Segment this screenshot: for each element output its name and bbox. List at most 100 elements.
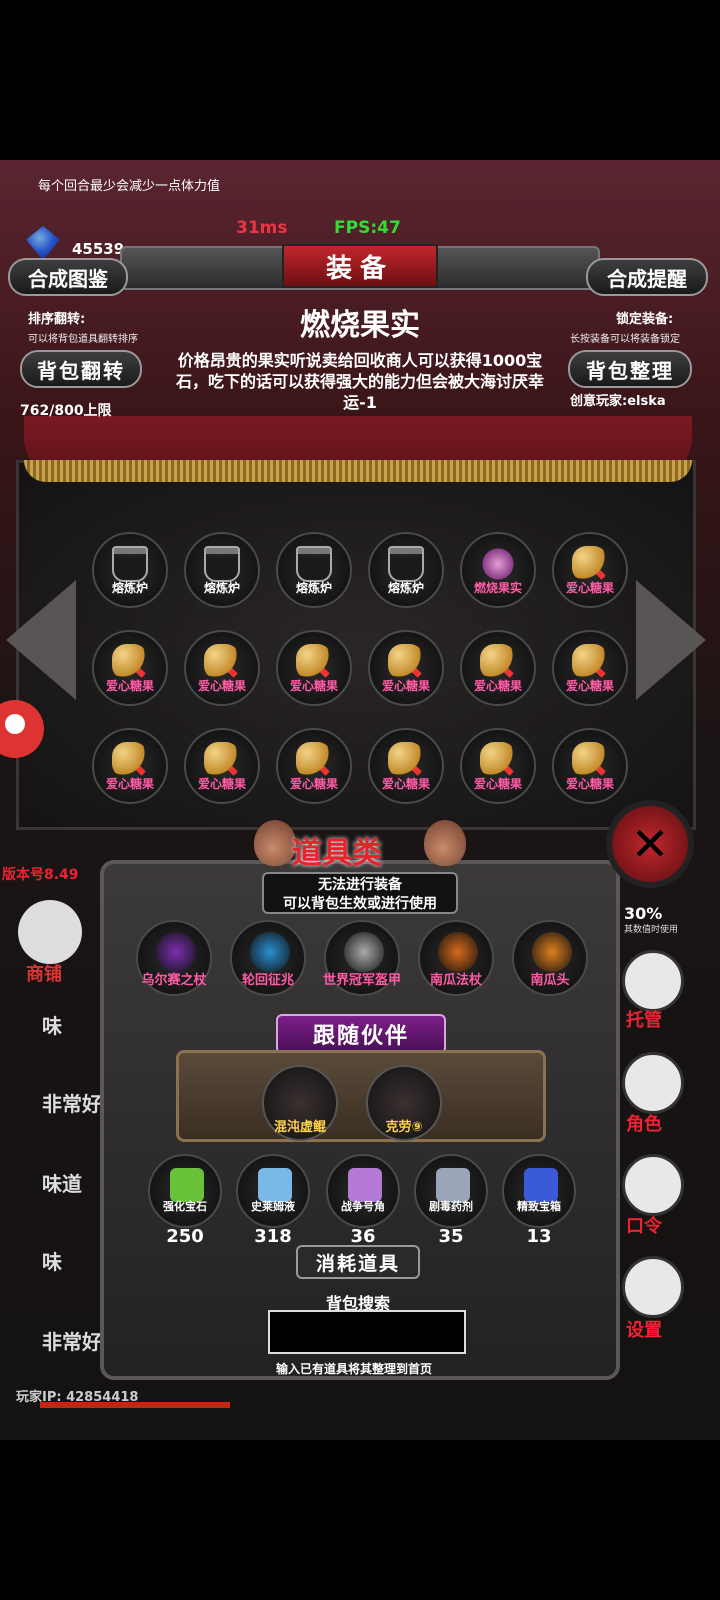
lock-hint: 长按装备可以将装备锁定: [570, 334, 680, 345]
inventory-item-name: 熔炼炉: [295, 581, 332, 595]
craft-codex-button[interactable]: 合成图鉴: [8, 258, 128, 296]
close-icon[interactable]: ✕: [606, 800, 694, 888]
bg-list-item: 味道: [42, 1172, 82, 1196]
bg-list-item: 味: [42, 1250, 62, 1274]
consumable-slot[interactable]: 战争号角 36: [326, 1154, 400, 1247]
selected-item-name: 燃烧果实: [300, 308, 420, 343]
code-label[interactable]: 口令: [626, 1212, 662, 1238]
inventory-item-name: 爱心糖果: [289, 777, 338, 791]
creator-credit: 创意玩家:elska: [570, 394, 666, 409]
inventory-item-name: 爱心糖果: [105, 679, 154, 693]
consumable-icon: [170, 1168, 204, 1202]
companion-name: 克劳⑨: [385, 1120, 423, 1135]
inventory-slot[interactable]: 爱心糖果: [552, 630, 628, 706]
consumable-count: 250: [166, 1226, 204, 1247]
candy-icon: [572, 644, 608, 680]
inventory-slot[interactable]: 燃烧果实: [460, 532, 536, 608]
curtain-fringe: [24, 460, 692, 482]
inventory-slot[interactable]: 爱心糖果: [184, 630, 260, 706]
flip-bag-button[interactable]: 背包翻转: [20, 350, 142, 388]
bg-list-item: 非常好: [42, 1092, 102, 1116]
companion-slot[interactable]: 克劳⑨: [366, 1065, 442, 1141]
next-page-arrow-icon[interactable]: [636, 580, 706, 700]
candy-icon: [572, 742, 608, 778]
loot-bag-icon: [254, 820, 296, 866]
inventory-slot[interactable]: 爱心糖果: [368, 630, 444, 706]
consumable-slot[interactable]: 强化宝石 250: [148, 1154, 222, 1247]
auto-label[interactable]: 托管: [626, 1006, 662, 1032]
inventory-slot[interactable]: 爱心糖果: [552, 532, 628, 608]
fps-indicator: FPS:47: [334, 218, 401, 238]
furnace-icon: [112, 546, 148, 582]
tool-item-slot[interactable]: 轮回征兆: [230, 920, 306, 996]
progress-bar: [40, 1402, 230, 1408]
inventory-slot[interactable]: 爱心糖果: [92, 630, 168, 706]
code-icon[interactable]: [622, 1154, 684, 1216]
item-icon: [250, 932, 290, 972]
inventory-slot[interactable]: 爱心糖果: [552, 728, 628, 804]
craft-reminder-button[interactable]: 合成提醒: [586, 258, 708, 296]
inventory-item-name: 熔炼炉: [203, 581, 240, 595]
character-icon[interactable]: [622, 1052, 684, 1114]
inventory-slot[interactable]: 爱心糖果: [92, 728, 168, 804]
gear-icon[interactable]: [622, 1256, 684, 1318]
tool-item-slot[interactable]: 乌尔赛之杖: [136, 920, 212, 996]
consumable-icon: [348, 1168, 382, 1202]
consumable-slot[interactable]: 史莱姆液 318: [236, 1154, 310, 1247]
inventory-slot[interactable]: 爱心糖果: [460, 630, 536, 706]
inventory-item-name: 爱心糖果: [473, 679, 522, 693]
tool-item-name: 乌尔赛之杖: [141, 973, 207, 988]
consumable-slot[interactable]: 精致宝箱 13: [502, 1154, 576, 1247]
inventory-slot[interactable]: 熔炼炉: [368, 532, 444, 608]
shop-icon[interactable]: [18, 900, 82, 964]
companion-banner: 跟随伙伴: [276, 1014, 446, 1054]
character-label[interactable]: 角色: [626, 1110, 662, 1136]
inventory-item-name: 燃烧果实: [473, 581, 522, 595]
search-input[interactable]: [268, 1310, 466, 1354]
candy-icon: [112, 644, 148, 680]
inventory-slot[interactable]: 爱心糖果: [276, 630, 352, 706]
candy-icon: [204, 742, 240, 778]
tool-items-row: 乌尔赛之杖 轮回征兆 世界冠军盔甲 南瓜法杖 南瓜头: [136, 920, 588, 996]
inventory-item-name: 爱心糖果: [381, 777, 430, 791]
inventory-item-name: 爱心糖果: [197, 777, 246, 791]
furnace-icon: [296, 546, 332, 582]
search-hint: 输入已有道具将其整理到首页: [276, 1362, 433, 1376]
consumables-banner: 消耗道具: [296, 1245, 420, 1279]
consumable-name: 剧毒药剂: [429, 1200, 473, 1213]
tip-text: 每个回合最少会减少一点体力值: [38, 179, 221, 194]
inventory-item-name: 爱心糖果: [473, 777, 522, 791]
inventory-item-name: 爱心糖果: [565, 581, 614, 595]
lock-label: 锁定装备:: [616, 312, 674, 327]
candy-icon: [480, 742, 516, 778]
bg-list-item: 味: [42, 1014, 62, 1038]
shop-label[interactable]: 商铺: [26, 960, 62, 986]
candy-icon: [388, 644, 424, 680]
inventory-slot[interactable]: 爱心糖果: [276, 728, 352, 804]
candy-icon: [480, 644, 516, 680]
inventory-slot[interactable]: 熔炼炉: [276, 532, 352, 608]
tool-item-slot[interactable]: 南瓜法杖: [418, 920, 494, 996]
inventory-slot[interactable]: 爱心糖果: [184, 728, 260, 804]
consumable-count: 36: [350, 1226, 376, 1247]
percent-note: 其数值时使用: [624, 925, 679, 935]
inventory-slot[interactable]: 爱心糖果: [460, 728, 536, 804]
consumable-icon: [524, 1168, 558, 1202]
candy-icon: [296, 644, 332, 680]
inventory-slot[interactable]: 熔炼炉: [92, 532, 168, 608]
percent-value: 30%: [624, 904, 663, 923]
tool-item-slot[interactable]: 南瓜头: [512, 920, 588, 996]
consumable-slot[interactable]: 剧毒药剂 35: [414, 1154, 488, 1247]
consumable-name: 战争号角: [341, 1200, 385, 1213]
inventory-slot[interactable]: 熔炼炉: [184, 532, 260, 608]
organize-bag-button[interactable]: 背包整理: [568, 350, 692, 388]
inventory-slot[interactable]: 爱心糖果: [368, 728, 444, 804]
companion-slot[interactable]: 混沌虚鲲: [262, 1065, 338, 1141]
inventory-item-name: 熔炼炉: [111, 581, 148, 595]
prev-page-arrow-icon[interactable]: [6, 580, 76, 700]
consumable-name: 精致宝箱: [517, 1200, 561, 1213]
dice-icon[interactable]: [622, 950, 684, 1012]
settings-label[interactable]: 设置: [626, 1316, 662, 1342]
candy-icon: [572, 546, 608, 582]
tool-item-slot[interactable]: 世界冠军盔甲: [323, 920, 401, 996]
